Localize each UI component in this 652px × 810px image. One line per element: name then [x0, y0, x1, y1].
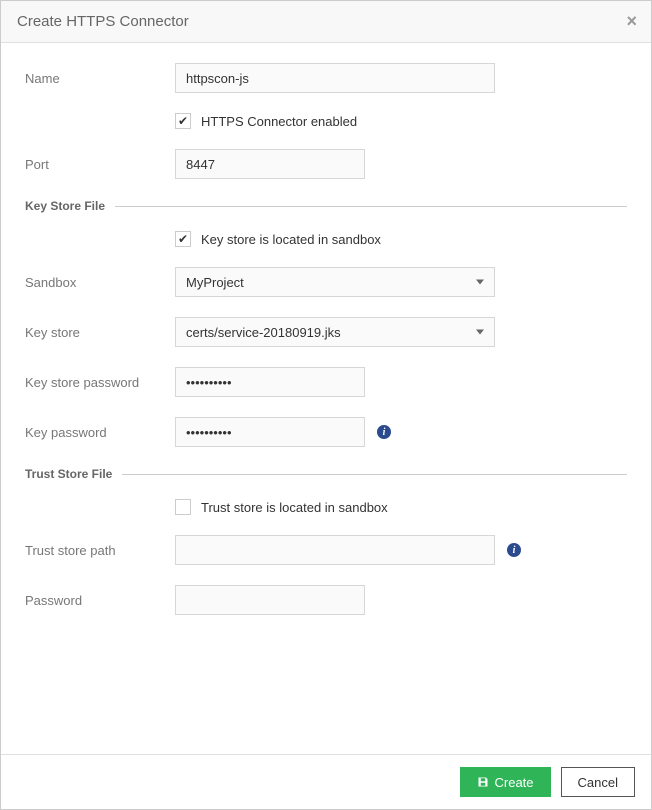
info-icon[interactable]: i: [377, 425, 391, 439]
row-truststore-path: Trust store path i: [25, 535, 627, 565]
section-keystore: Key Store File: [25, 199, 627, 213]
divider-line: [115, 206, 627, 207]
keystore-sandbox-checkbox[interactable]: ✔: [175, 231, 191, 247]
dialog-footer: Create Cancel: [1, 754, 651, 809]
label-port: Port: [25, 157, 175, 172]
row-truststore-password: Password: [25, 585, 627, 615]
dialog-body: Name ✔ HTTPS Connector enabled Port Key …: [1, 43, 651, 645]
label-sandbox: Sandbox: [25, 275, 175, 290]
keystore-password-input[interactable]: [175, 367, 365, 397]
chevron-down-icon: [476, 280, 484, 285]
label-name: Name: [25, 71, 175, 86]
check-icon: ✔: [178, 232, 188, 246]
truststore-sandbox-checkbox[interactable]: [175, 499, 191, 515]
label-enabled: HTTPS Connector enabled: [201, 114, 357, 129]
cancel-button[interactable]: Cancel: [561, 767, 635, 797]
key-password-input[interactable]: [175, 417, 365, 447]
section-keystore-label: Key Store File: [25, 199, 115, 213]
row-truststore-sandbox-check: Trust store is located in sandbox: [175, 499, 627, 515]
label-truststore-password: Password: [25, 593, 175, 608]
row-port: Port: [25, 149, 627, 179]
section-truststore: Trust Store File: [25, 467, 627, 481]
row-key-password: Key password i: [25, 417, 627, 447]
row-keystore-password: Key store password: [25, 367, 627, 397]
section-truststore-label: Trust Store File: [25, 467, 122, 481]
keystore-select[interactable]: certs/service-20180919.jks: [175, 317, 495, 347]
check-icon: ✔: [178, 114, 188, 128]
divider-line: [122, 474, 627, 475]
port-input[interactable]: [175, 149, 365, 179]
row-sandbox: Sandbox MyProject: [25, 267, 627, 297]
sandbox-select[interactable]: MyProject: [175, 267, 495, 297]
label-key-password: Key password: [25, 425, 175, 440]
create-button[interactable]: Create: [460, 767, 551, 797]
truststore-path-input[interactable]: [175, 535, 495, 565]
label-truststore-sandbox: Trust store is located in sandbox: [201, 500, 388, 515]
close-icon[interactable]: ×: [626, 11, 637, 32]
enabled-checkbox[interactable]: ✔: [175, 113, 191, 129]
label-keystore: Key store: [25, 325, 175, 340]
row-keystore-sandbox-check: ✔ Key store is located in sandbox: [175, 231, 627, 247]
label-keystore-sandbox: Key store is located in sandbox: [201, 232, 381, 247]
keystore-value: certs/service-20180919.jks: [186, 325, 341, 340]
cancel-button-label: Cancel: [578, 775, 618, 790]
dialog-header: Create HTTPS Connector ×: [1, 1, 651, 43]
info-icon[interactable]: i: [507, 543, 521, 557]
dialog-title: Create HTTPS Connector: [17, 13, 635, 30]
label-keystore-password: Key store password: [25, 375, 175, 390]
label-truststore-path: Trust store path: [25, 543, 175, 558]
name-input[interactable]: [175, 63, 495, 93]
sandbox-value: MyProject: [186, 275, 244, 290]
truststore-password-input[interactable]: [175, 585, 365, 615]
create-button-label: Create: [495, 775, 534, 790]
save-icon: [477, 776, 489, 788]
row-enabled: ✔ HTTPS Connector enabled: [175, 113, 627, 129]
chevron-down-icon: [476, 330, 484, 335]
row-keystore: Key store certs/service-20180919.jks: [25, 317, 627, 347]
row-name: Name: [25, 63, 627, 93]
